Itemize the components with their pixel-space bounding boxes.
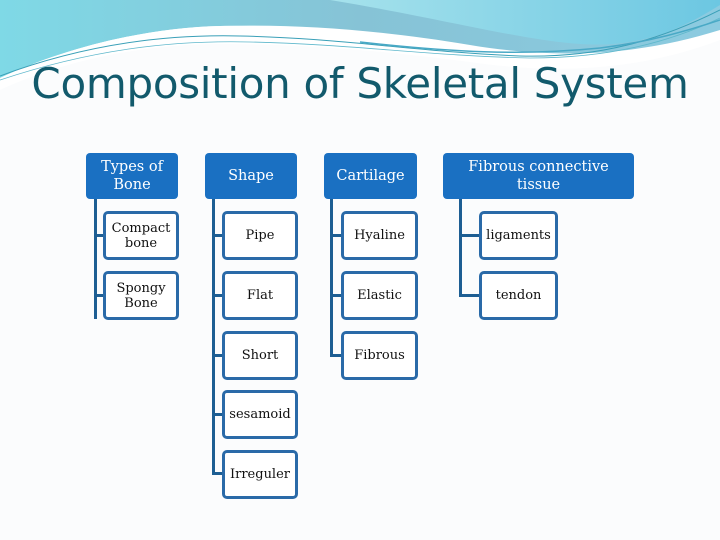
page-title: Composition of Skeletal System	[31, 59, 689, 108]
node-elastic: Elastic	[341, 271, 418, 320]
node-fibrous: Fibrous	[341, 331, 418, 380]
connector-vertical	[94, 199, 97, 319]
connector-vertical	[212, 199, 215, 475]
header-cartilage: Cartilage	[324, 153, 417, 199]
connector-horizontal	[459, 294, 480, 297]
node-irreguler: Irreguler	[222, 450, 298, 499]
header-types-of-bone: Types of Bone	[86, 153, 178, 199]
connector-vertical	[330, 199, 333, 357]
node-pipe: Pipe	[222, 211, 298, 260]
header-shape: Shape	[205, 153, 297, 199]
node-flat: Flat	[222, 271, 298, 320]
node-compact-bone: Compact bone	[103, 211, 179, 260]
node-tendon: tendon	[479, 271, 558, 320]
node-sesamoid: sesamoid	[222, 390, 298, 439]
connector-horizontal	[459, 234, 480, 237]
node-hyaline: Hyaline	[341, 211, 418, 260]
node-ligaments: ligaments	[479, 211, 558, 260]
header-fibrous-connective-tissue: Fibrous connective tissue	[443, 153, 634, 199]
node-spongy-bone: Spongy Bone	[103, 271, 179, 320]
node-short: Short	[222, 331, 298, 380]
connector-vertical	[459, 199, 462, 297]
